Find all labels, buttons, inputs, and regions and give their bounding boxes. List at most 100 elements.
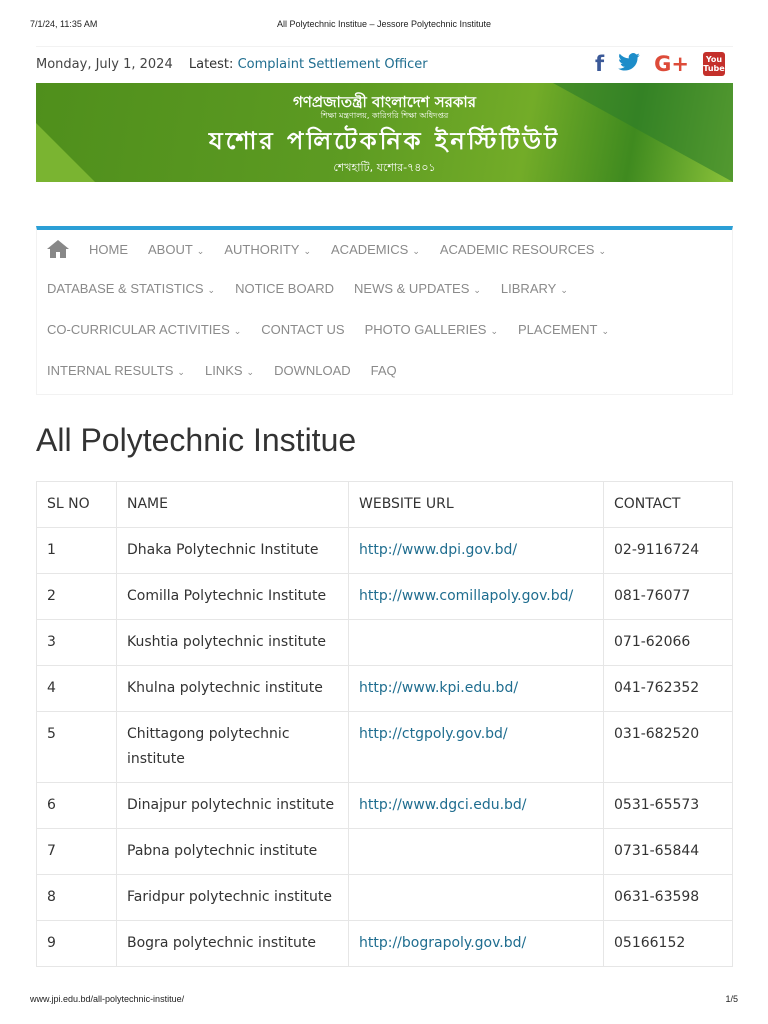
name-cell: Khulna polytechnic institute [116, 665, 349, 712]
nav-item-internal-results[interactable]: INTERNAL RESULTS ⌄ [47, 363, 185, 378]
website-link[interactable]: http://www.comillapoly.gov.bd/ [359, 588, 573, 604]
contact-cell: 02-9116724 [603, 527, 733, 574]
website-cell: http://www.dgci.edu.bd/ [348, 782, 604, 829]
print-page-number: 1/5 [725, 994, 738, 1004]
nav-item-academics[interactable]: ACADEMICS ⌄ [331, 242, 420, 257]
pdf-header: 7/1/24, 11:35 AM All Polytechnic Institu… [30, 19, 738, 29]
nav-item-links[interactable]: LINKS ⌄ [205, 363, 254, 378]
nav-row: CO-CURRICULAR ACTIVITIES ⌄ CONTACT US PHOTO… [47, 322, 609, 337]
home-icon[interactable] [47, 240, 69, 258]
column-header-website: WEBSITE URL [348, 481, 604, 528]
nav-item-about[interactable]: ABOUT ⌄ [148, 242, 204, 257]
table-row: 8 Faridpur polytechnic institute 0631-6359… [36, 874, 733, 921]
chevron-down-icon: ⌄ [560, 285, 568, 295]
nav-row: HOME ABOUT ⌄ AUTHORITY ⌄ ACADEMICS ⌄ ACADEMIC R… [47, 240, 606, 258]
nav-item-label: LINKS [204, 363, 243, 378]
nav-item-download[interactable]: DOWNLOAD [274, 363, 351, 378]
table-row: 3 Kushtia polytechnic institute 071-62066 [36, 619, 733, 666]
website-link[interactable]: http://bograpoly.gov.bd/ [359, 935, 526, 951]
main-navigation: HOME ABOUT ⌄ AUTHORITY ⌄ ACADEMICS ⌄ ACADEMIC R… [36, 226, 733, 395]
google-plus-icon[interactable]: G+ [654, 51, 689, 77]
nav-item-label: AUTHORITY [224, 241, 300, 257]
nav-item-authority[interactable]: AUTHORITY ⌄ [224, 242, 311, 257]
chevron-down-icon: ⌄ [303, 245, 312, 256]
banner-address: শেখহাটি, যশোর-৭৪০১ [333, 161, 436, 174]
nav-item-label: CO-CURRICULAR ACTIVITIES [47, 322, 230, 337]
nav-item-news-updates[interactable]: NEWS & UPDATES ⌄ [354, 281, 481, 296]
twitter-icon[interactable] [618, 51, 640, 77]
name-cell: Dhaka Polytechnic Institute [116, 527, 349, 574]
table-row: 1 Dhaka Polytechnic Institute http://www.d… [36, 527, 733, 574]
table-row: 7 Pabna polytechnic institute 0731-65844 [36, 828, 733, 875]
polytechnic-table: SL NO NAME WEBSITE URL CONTACT 1 Dhaka Po… [36, 481, 733, 967]
nav-item-notice-board[interactable]: NOTICE BOARD [235, 281, 334, 296]
nav-item-label: PLACEMENT [518, 322, 598, 337]
name-cell: Pabna polytechnic institute [116, 828, 349, 875]
sl-no-cell: 6 [36, 782, 117, 829]
current-date: Monday, July 1, 2024 [36, 57, 173, 72]
nav-item-faq[interactable]: FAQ [371, 363, 397, 378]
chevron-down-icon: ⌄ [601, 326, 610, 336]
website-cell: http://www.comillapoly.gov.bd/ [348, 573, 604, 620]
table-header-row: SL NO NAME WEBSITE URL CONTACT [36, 481, 733, 528]
chevron-down-icon: ⌄ [412, 245, 420, 256]
website-link[interactable]: http://www.dpi.gov.bd/ [359, 542, 517, 558]
website-cell [348, 874, 604, 921]
sl-no-cell: 3 [36, 619, 117, 666]
column-header-name: NAME [116, 481, 349, 528]
sl-no-cell: 2 [36, 573, 117, 620]
contact-cell: 0731-65844 [603, 828, 733, 875]
nav-item-label: CONTACT US [261, 322, 345, 337]
nav-item-database-statistics[interactable]: DATABASE & STATISTICS ⌄ [47, 281, 215, 296]
social-links: f G+ You Tube [595, 51, 725, 77]
print-page-title: All Polytechnic Institue – Jessore Polyt… [276, 19, 492, 29]
nav-item-label: INTERNAL RESULTS [47, 363, 174, 378]
contact-cell: 041-762352 [603, 665, 733, 712]
youtube-icon-top: You [705, 55, 723, 64]
latest-label: Latest: [188, 57, 234, 72]
column-header-contact: CONTACT [603, 481, 733, 528]
nav-item-label: LIBRARY [500, 281, 557, 296]
chevron-down-icon: ⌄ [177, 367, 185, 377]
name-cell: Dinajpur polytechnic institute [116, 782, 349, 829]
name-cell: Bogra polytechnic institute [116, 920, 349, 967]
nav-item-co-curricular-activities[interactable]: CO-CURRICULAR ACTIVITIES ⌄ [47, 322, 241, 337]
sl-no-cell: 4 [36, 665, 117, 712]
youtube-icon[interactable]: You Tube [703, 52, 725, 76]
nav-item-placement[interactable]: PLACEMENT ⌄ [518, 322, 609, 337]
nav-item-photo-galleries[interactable]: PHOTO GALLERIES ⌄ [365, 322, 498, 337]
nav-item-home[interactable]: HOME [89, 242, 128, 257]
chevron-down-icon: ⌄ [196, 245, 205, 256]
contact-cell: 0631-63598 [603, 874, 733, 921]
top-bar: Monday, July 1, 2024 Latest: Complaint S… [36, 46, 733, 82]
website-link[interactable]: http://ctgpoly.gov.bd/ [359, 726, 508, 742]
nav-item-label: DOWNLOAD [274, 363, 351, 378]
website-link[interactable]: http://www.kpi.edu.bd/ [359, 680, 518, 696]
chevron-down-icon: ⌄ [473, 285, 481, 295]
site-banner[interactable]: গণপ্রজাতন্ত্রী বাংলাদেশ সরকার শিক্ষা মন্… [36, 83, 733, 182]
nav-item-label: NEWS & UPDATES [354, 281, 470, 296]
sl-no-cell: 5 [36, 711, 117, 783]
latest-news-link[interactable]: Complaint Settlement Officer [238, 57, 428, 72]
contact-cell: 05166152 [603, 920, 733, 967]
youtube-icon-bottom: Tube [703, 64, 725, 73]
chevron-down-icon: ⌄ [598, 245, 606, 256]
nav-item-library[interactable]: LIBRARY ⌄ [501, 281, 568, 296]
table-row: 5 Chittagong polytechnic institute http://… [36, 711, 733, 783]
website-link[interactable]: http://www.dgci.edu.bd/ [359, 797, 527, 813]
column-header-sl: SL NO [36, 481, 117, 528]
chevron-down-icon: ⌄ [233, 326, 242, 336]
website-cell: http://www.kpi.edu.bd/ [348, 665, 604, 712]
sl-no-cell: 7 [36, 828, 117, 875]
chevron-down-icon: ⌄ [207, 285, 216, 295]
nav-item-contact-us[interactable]: CONTACT US [261, 322, 344, 337]
nav-item-academic-resources[interactable]: ACADEMIC RESOURCES ⌄ [440, 242, 606, 257]
nav-item-label: DATABASE & STATISTICS [47, 281, 204, 296]
banner-ministry-text: শিক্ষা মন্ত্রণালয়, কারিগরি শিক্ষা অধিদপ… [320, 111, 449, 120]
name-cell: Kushtia polytechnic institute [116, 619, 349, 666]
contact-cell: 0531-65573 [603, 782, 733, 829]
nav-row: DATABASE & STATISTICS ⌄ NOTICE BOARD NEWS &… [47, 281, 568, 296]
facebook-icon[interactable]: f [595, 51, 604, 77]
website-cell: http://bograpoly.gov.bd/ [348, 920, 604, 967]
pdf-footer: www.jpi.edu.bd/all-polytechnic-institue/… [30, 994, 738, 1004]
